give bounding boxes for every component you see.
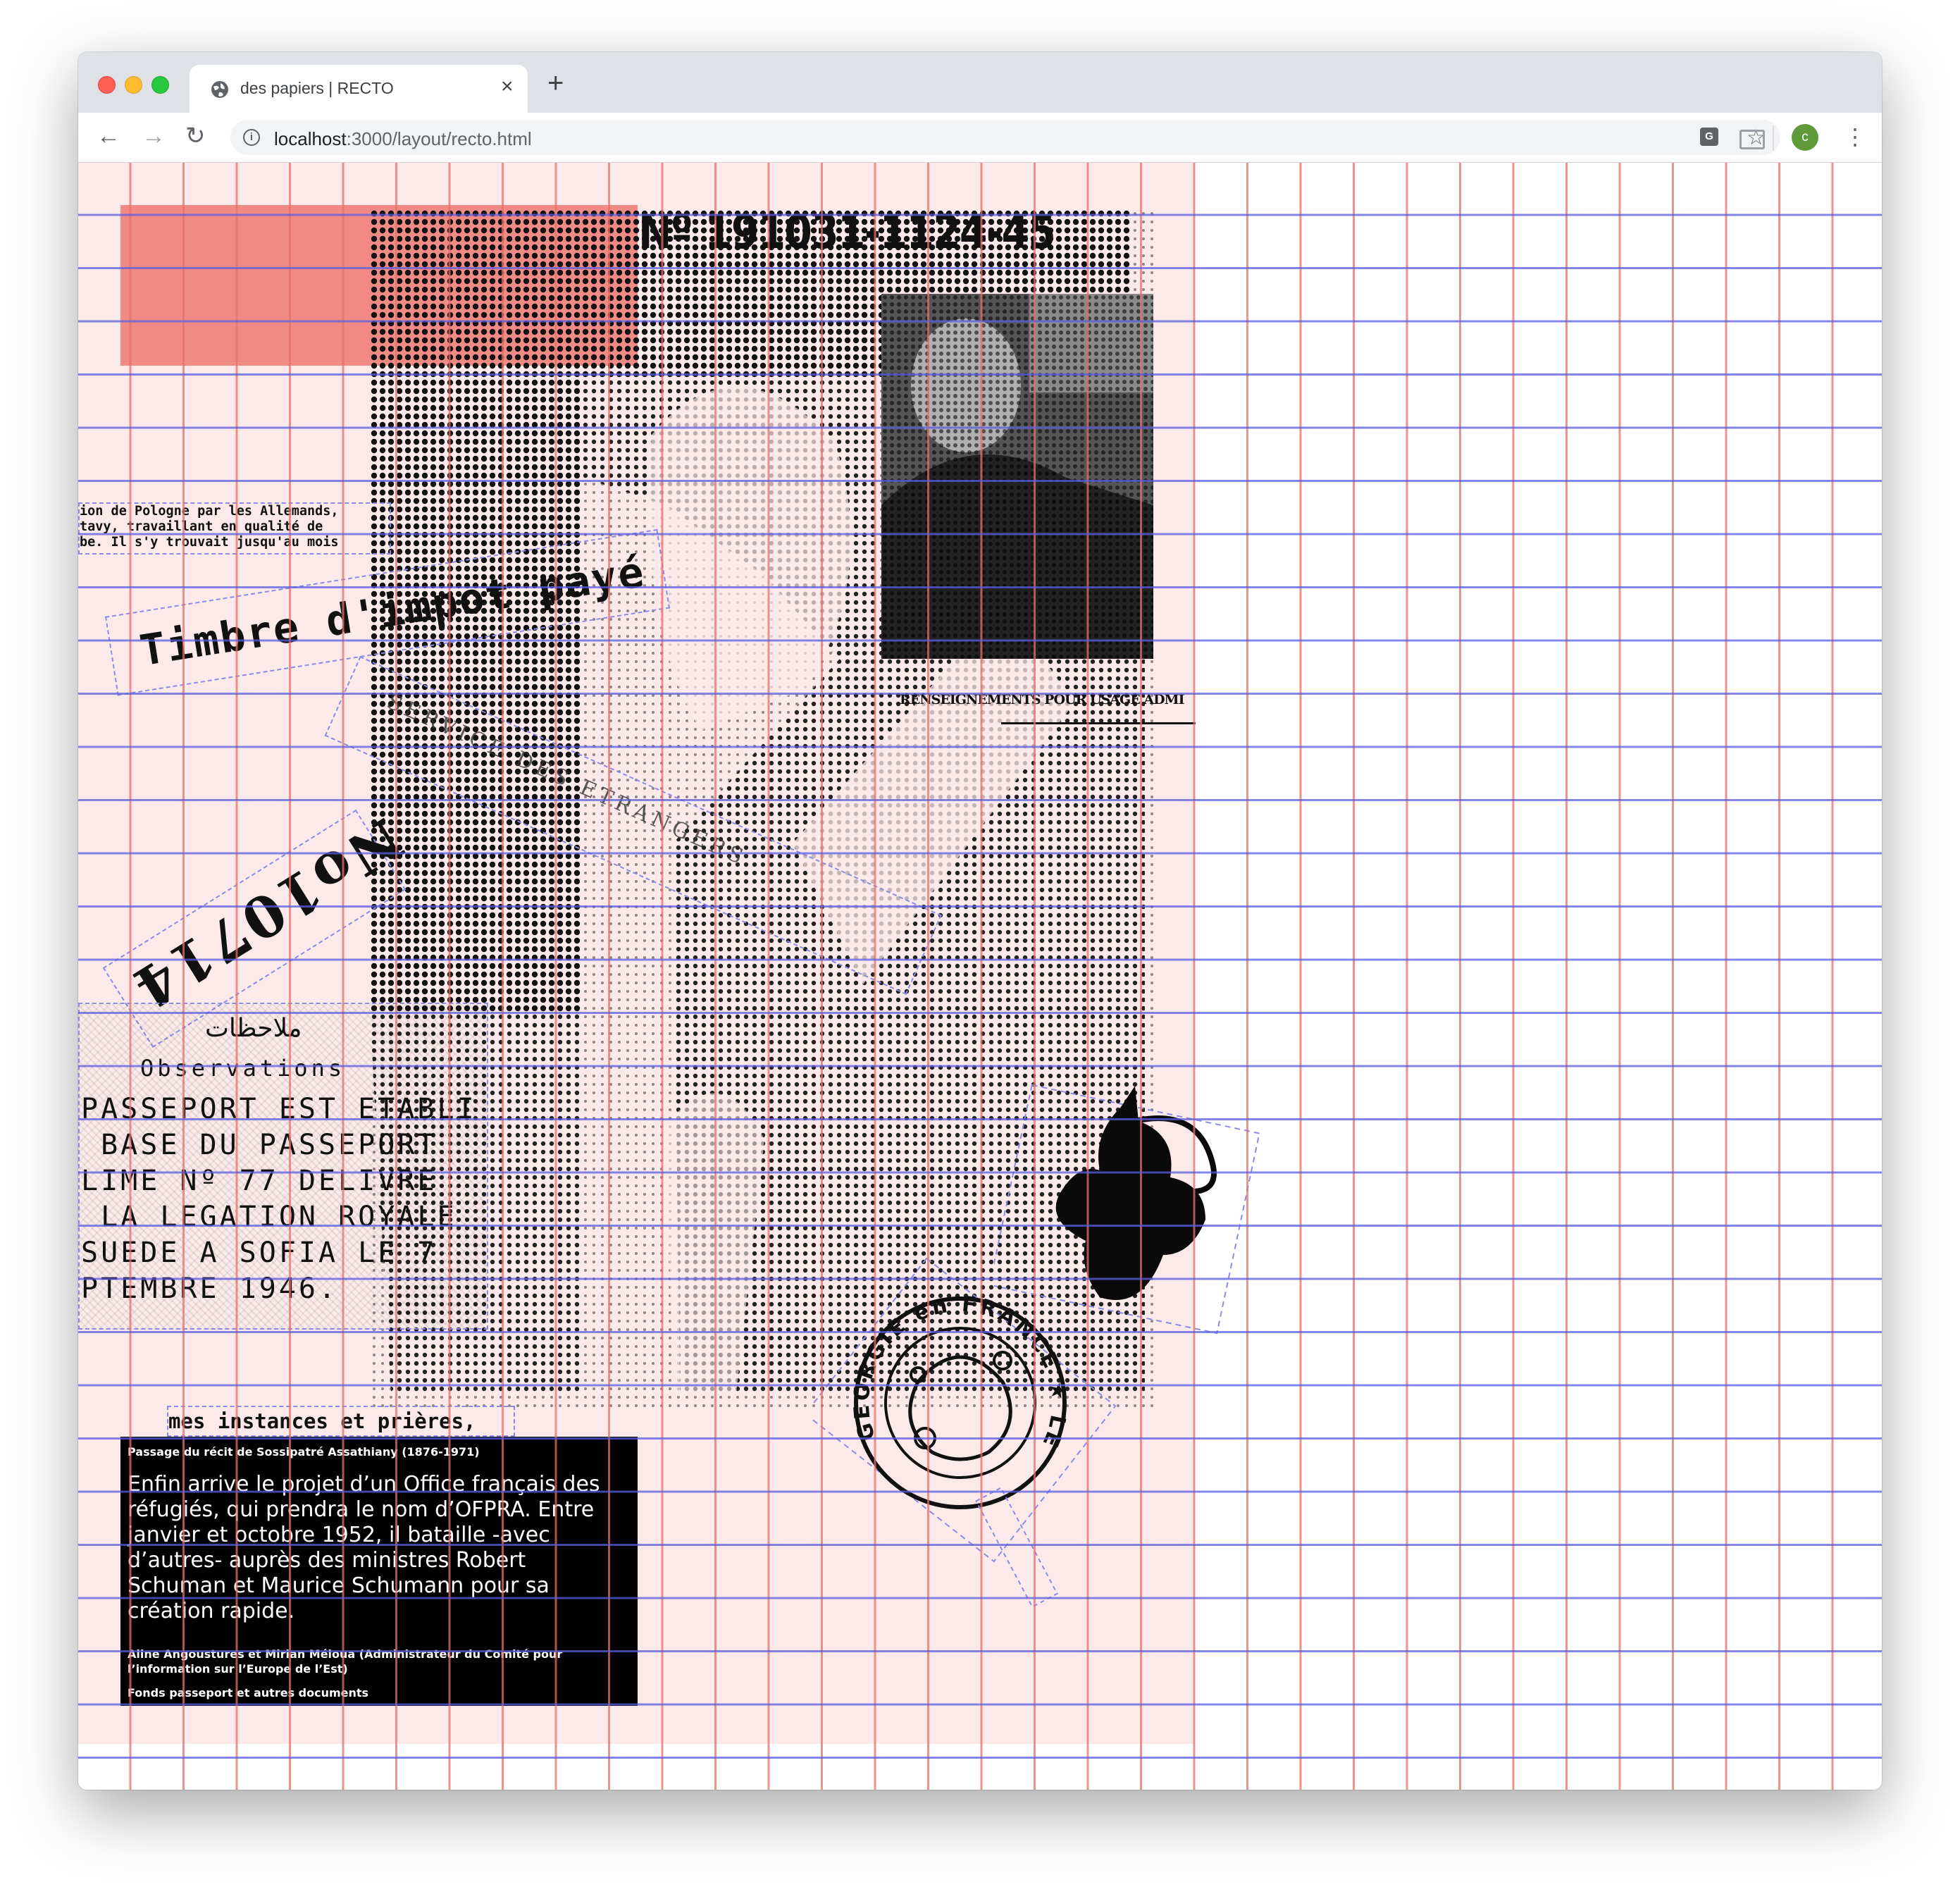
browser-window: des papiers | RECTO × + ← → ↻ i localhos… <box>78 52 1882 1790</box>
avatar[interactable]: c <box>1792 124 1818 151</box>
renseignements-rule <box>1001 722 1196 724</box>
caption-box: Passage du récit de Sossipatré Assathian… <box>120 1437 638 1706</box>
portrait-photo <box>881 294 1153 659</box>
document-number: Nº 191031-1124-45 <box>638 205 1056 259</box>
caption-fonds: Fonds passeport et autres documents <box>128 1686 369 1700</box>
handwritten-line: BASE DU PASSEPORT <box>81 1129 438 1161</box>
handwritten-line: PASSEPORT EST ETABLI <box>81 1093 477 1125</box>
handwritten-line: SUEDE A SOFIA LE 7 <box>81 1237 438 1269</box>
renseignements-label: RENSEIGNEMENTS POUR USAGE ADMI <box>900 692 1184 707</box>
address-bar[interactable]: i localhost:3000/layout/recto.html G ☆ <box>230 120 1780 155</box>
tab-recto[interactable]: des papiers | RECTO × <box>190 65 528 113</box>
typed-text-fragment: ion de Pologne par les Allemands, tavy, … <box>78 502 391 555</box>
legation-seal: GEORGIE en FRANCE ★ LEGATION de <box>812 1255 1117 1608</box>
caption-source: Passage du récit de Sossipatré Assathian… <box>128 1445 480 1459</box>
back-icon[interactable]: ← <box>97 124 120 148</box>
tab-bar: des papiers | RECTO × + <box>78 52 1882 113</box>
caption-text: Enfin arrive le projet d’un Office franç… <box>128 1472 600 1623</box>
close-window-button[interactable] <box>98 76 116 94</box>
more-icon[interactable]: ⋮ <box>1844 123 1866 151</box>
observations-fragment: ملاحظات Observations PASSEPORT EST ETABL… <box>78 1003 488 1330</box>
caption-authors: Aline Angoustures et Mirian Méloua (Admi… <box>128 1647 563 1676</box>
observations-handwriting: PASSEPORT EST ETABLI BASE DU PASSEPORT LI… <box>81 1091 477 1307</box>
observations-arabic: ملاحظات <box>205 1014 302 1043</box>
globe-icon <box>211 81 228 98</box>
handwritten-line: LA LEGATION ROYALE <box>81 1201 457 1233</box>
typed-line: tavy, travaillant en qualité de <box>80 519 323 534</box>
url-text: localhost:3000/layout/recto.html <box>274 128 532 149</box>
forward-icon[interactable]: → <box>142 124 166 148</box>
translate-icon[interactable]: G <box>1700 128 1718 146</box>
typed-line: ion de Pologne par les Allemands, <box>80 504 339 519</box>
typed-line: be. Il s'y trouvait jusqu'au mois <box>80 535 339 550</box>
info-icon[interactable]: i <box>243 129 260 146</box>
maximize-window-button[interactable] <box>151 76 169 94</box>
toolbar: ← → ↻ i localhost:3000/layout/recto.html… <box>78 113 1882 163</box>
toolbar-divider <box>1773 125 1774 151</box>
plus-icon[interactable]: + <box>547 69 564 97</box>
page-viewport: Nº 191031-1124-45 RENSEIGNEMENTS POUR US… <box>78 163 1882 1790</box>
handwritten-line: PTEMBRE 1946. <box>81 1273 339 1305</box>
handwritten-line: LIME Nº 77 DELIVRE <box>81 1165 438 1197</box>
tab-title: des papiers | RECTO <box>240 79 394 97</box>
instances-fragment: mes instances et prières, <box>167 1406 515 1437</box>
observations-title: Observations <box>140 1055 346 1082</box>
cast-icon[interactable] <box>1739 130 1765 149</box>
reload-icon[interactable]: ↻ <box>185 124 206 148</box>
minimize-window-button[interactable] <box>125 76 142 94</box>
close-icon[interactable]: × <box>501 76 514 97</box>
